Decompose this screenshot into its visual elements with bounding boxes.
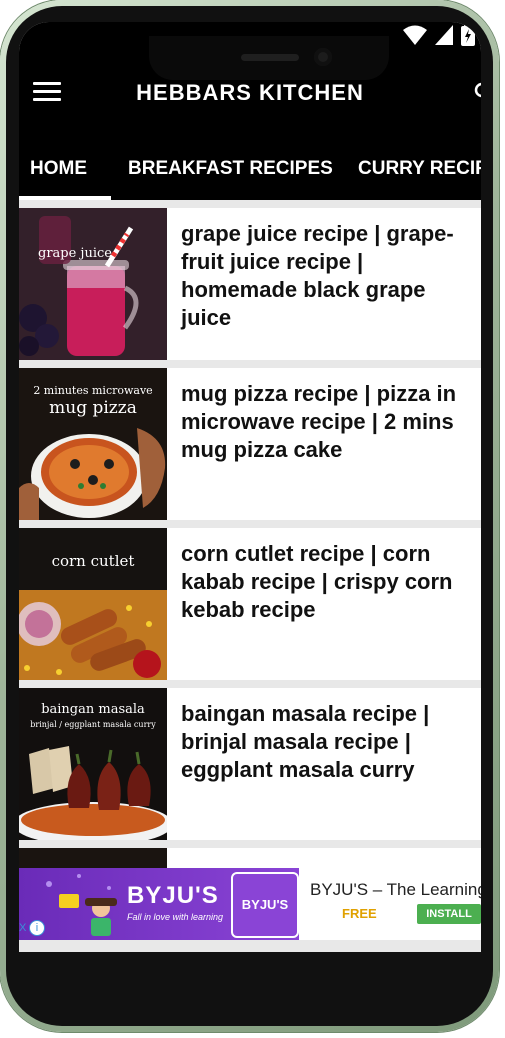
tab-curry-recipes[interactable]: CURRY RECIP <box>358 158 481 180</box>
front-camera-icon <box>314 48 332 66</box>
phone-notch <box>149 36 389 80</box>
thumbnail-caption: grape juice <box>38 246 112 261</box>
recipe-title[interactable]: baingan masala recipe | brinjal masala r… <box>181 700 481 784</box>
recipe-title[interactable]: mug pizza recipe | pizza in microwave re… <box>181 380 481 464</box>
recipe-thumbnail: 2 minutes microwave mug pizza <box>19 368 167 520</box>
ad-banner[interactable]: BYJU'S Fall in love with learning BYJU'S… <box>19 868 481 940</box>
ad-install-button[interactable]: INSTALL <box>417 904 481 924</box>
battery-icon <box>461 24 475 46</box>
recipe-title[interactable]: corn cutlet recipe | corn kabab recipe |… <box>181 540 481 624</box>
ad-close-icon[interactable]: X <box>19 920 27 936</box>
recipe-thumbnail: corn cutlet <box>19 528 167 680</box>
ad-tagline: Fall in love with learning <box>127 912 224 922</box>
app-title: HEBBARS KITCHEN <box>136 80 364 105</box>
signal-icon <box>435 25 453 45</box>
status-bar-icons <box>403 24 475 46</box>
ad-app-logo: BYJU'S <box>231 872 299 938</box>
wifi-icon <box>403 25 427 45</box>
thumbnail-caption: corn cutlet <box>51 552 135 570</box>
ad-brand: BYJU'S <box>127 882 219 909</box>
recipe-card-corn-cutlet[interactable]: corn cutlet corn cutlet recipe | corn ka… <box>19 528 481 680</box>
thumbnail-caption-sub: brinjal / eggplant masala curry <box>30 720 156 729</box>
ad-info-icon[interactable]: i <box>29 920 45 936</box>
tab-breakfast-recipes[interactable]: BREAKFAST RECIPES <box>128 158 333 180</box>
ad-creative[interactable]: BYJU'S Fall in love with learning BYJU'S <box>19 868 299 940</box>
recipe-thumbnail: grape juice <box>19 208 167 360</box>
screen: HEBBARS KITCHEN HOME BREAKFAST RECIPES C… <box>19 22 481 952</box>
earpiece-speaker <box>241 54 299 61</box>
recipe-card-mug-pizza[interactable]: 2 minutes microwave mug pizza mug pizza … <box>19 368 481 520</box>
recipe-card-baingan-masala[interactable]: baingan masala brinjal / eggplant masala… <box>19 688 481 840</box>
recipe-title[interactable]: grape juice recipe | grape-fruit juice r… <box>181 220 481 332</box>
ad-price: FREE <box>342 906 377 921</box>
category-tabs: HOME BREAKFAST RECIPES CURRY RECIP <box>19 152 481 200</box>
bottom-bezel <box>19 952 481 992</box>
ad-app-title[interactable]: BYJU'S – The Learning <box>310 880 481 900</box>
search-icon[interactable] <box>474 82 481 102</box>
recipe-card-grape-juice[interactable]: grape juice grape juice recipe | grape-f… <box>19 208 481 360</box>
active-tab-indicator <box>19 196 111 200</box>
thumbnail-caption: mug pizza <box>49 398 137 418</box>
recipe-thumbnail: baingan masala brinjal / eggplant masala… <box>19 688 167 840</box>
thumbnail-caption: baingan masala <box>41 702 145 717</box>
tab-home[interactable]: HOME <box>30 158 87 180</box>
thumbnail-caption-top: 2 minutes microwave <box>33 384 153 397</box>
